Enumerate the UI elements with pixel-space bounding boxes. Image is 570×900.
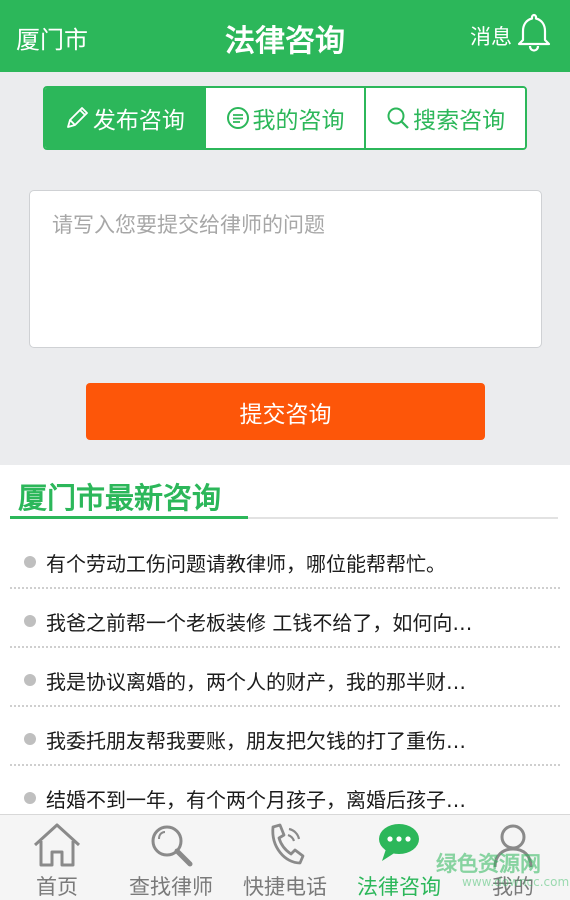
list-item[interactable]: 我是协议离婚的，两个人的财产，我的那半财… [0,648,570,707]
consult-text: 有个劳动工伤问题请教律师，哪位能帮帮忙。 [46,552,446,576]
tab-publish-consult[interactable]: 发布咨询 [45,88,206,148]
nav-item-home[interactable]: 首页 [0,815,114,900]
messages-button[interactable]: 消息 [470,12,552,52]
section-title-underline [10,516,248,519]
phone-icon [271,823,305,865]
pencil-icon [66,107,88,128]
consult-tabs: 发布咨询 我的咨询 搜索咨询 [43,86,527,150]
consult-text: 我委托朋友帮我要账，朋友把欠钱的打了重伤… [46,729,466,753]
bullet-dot [24,792,36,804]
submit-consult-button[interactable]: 提交咨询 [86,383,485,440]
nav-label-home: 首页 [36,875,78,899]
nav-label-find-lawyer: 查找律师 [129,875,213,899]
bullet-dot [24,674,36,686]
section-title: 厦门市最新咨询 [18,481,222,515]
bullet-dot [24,556,36,568]
watermark-url: www.downcc.com [462,875,570,889]
tab-search-consult[interactable]: 搜索咨询 [366,88,525,148]
app-header: 厦门市 法律咨询 消息 [0,0,570,72]
search-icon [387,107,409,129]
list-item[interactable]: 有个劳动工伤问题请教律师，哪位能帮帮忙。 [0,530,570,589]
watermark-text: 绿色资源网 [436,852,541,876]
nav-label-hotline: 快捷电话 [243,875,327,899]
bell-icon [517,13,551,52]
home-icon [33,823,81,867]
chat-bubble-icon [226,107,249,129]
tab-my-consult[interactable]: 我的咨询 [205,88,367,148]
tab-search-label: 搜索咨询 [413,108,506,134]
tab-my-label: 我的咨询 [252,108,345,134]
list-item[interactable]: 我委托朋友帮我要账，朋友把欠钱的打了重伤… [0,707,570,766]
messages-label: 消息 [470,25,512,49]
nav-item-hotline[interactable]: 快捷电话 [228,815,342,900]
search-icon [151,825,193,867]
nav-item-find-lawyer[interactable]: 查找律师 [114,815,228,900]
tab-publish-label: 发布咨询 [92,108,185,134]
bullet-dot [24,733,36,745]
question-input[interactable] [29,190,542,348]
consult-text: 结婚不到一年，有个两个月孩子，离婚后孩子… [46,788,466,812]
list-item[interactable]: 我爸之前帮一个老板装修 工钱不给了，如何向… [0,589,570,648]
bullet-dot [24,615,36,627]
chat-icon [379,824,419,861]
consult-text: 我是协议离婚的，两个人的财产，我的那半财… [46,670,466,694]
latest-consult-list: 有个劳动工伤问题请教律师，哪位能帮帮忙。 我爸之前帮一个老板装修 工钱不给了，如… [0,530,570,825]
consult-text: 我爸之前帮一个老板装修 工钱不给了，如何向… [46,611,473,635]
